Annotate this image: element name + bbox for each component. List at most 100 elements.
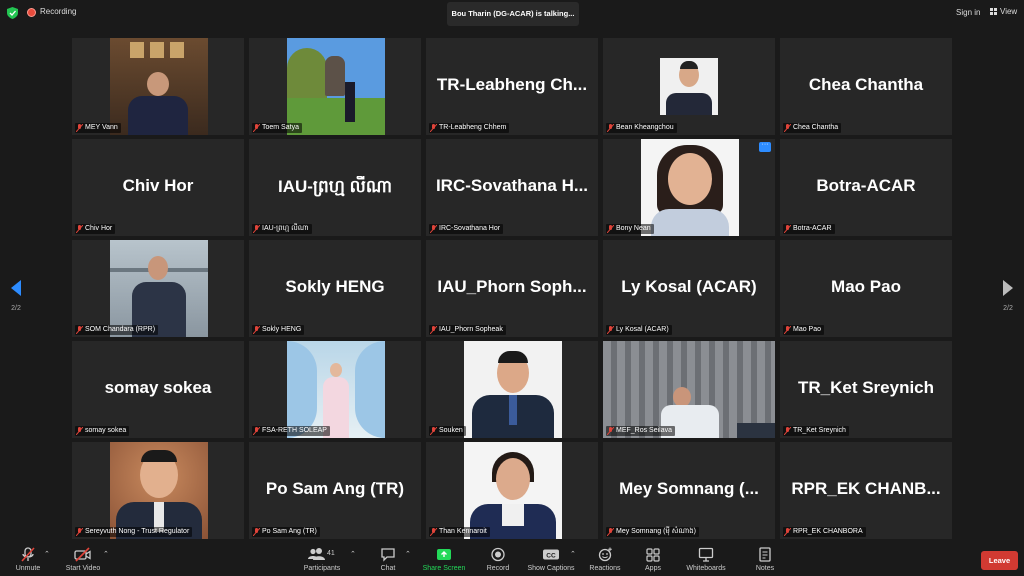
chat-icon bbox=[381, 548, 395, 562]
audio-options-caret[interactable]: ⌃ bbox=[44, 550, 50, 558]
participant-tile[interactable]: Souken bbox=[426, 341, 598, 438]
participant-tile[interactable]: Sokly HENG Sokly HENG bbox=[249, 240, 421, 337]
participant-name-label: FSA-RETH SOLEAP bbox=[252, 426, 330, 436]
participant-tile[interactable]: SOM Chandara (RPR) bbox=[72, 240, 244, 337]
apps-label: Apps bbox=[645, 565, 661, 572]
participant-name-label: Toem Satya bbox=[252, 123, 302, 133]
start-video-label: Start Video bbox=[65, 565, 101, 572]
participant-tile[interactable]: Botra-ACAR Botra-ACAR bbox=[780, 139, 952, 236]
whiteboard-icon bbox=[698, 547, 714, 562]
mic-muted-icon bbox=[253, 427, 260, 435]
notes-button[interactable]: Notes bbox=[738, 547, 792, 572]
whiteboards-button[interactable]: Whiteboards bbox=[679, 547, 733, 572]
participant-name-label: IAU_Phorn Sopheak bbox=[429, 325, 506, 335]
mic-muted-icon bbox=[430, 225, 437, 233]
participant-tile[interactable]: TR_Ket Sreynich TR_Ket Sreynich bbox=[780, 341, 952, 438]
start-video-button[interactable]: Start Video bbox=[56, 547, 110, 572]
participant-name-label: Botra-ACAR bbox=[783, 224, 835, 234]
participant-tile[interactable]: IRC-Sovathana H... IRC-Sovathana Hor bbox=[426, 139, 598, 236]
participant-tile[interactable]: Po Sam Ang (TR) Po Sam Ang (TR) bbox=[249, 442, 421, 539]
participant-tile[interactable]: Chea Chantha Chea Chantha bbox=[780, 38, 952, 135]
mic-muted-icon bbox=[784, 427, 791, 435]
participant-name-label: MEF_Ros Seilava bbox=[606, 426, 676, 436]
mic-muted-icon bbox=[253, 326, 260, 334]
participant-name-label: Bony Nean bbox=[606, 224, 654, 234]
mic-muted-icon bbox=[607, 225, 614, 233]
share-screen-button[interactable]: Share Screen bbox=[417, 547, 471, 572]
record-button[interactable]: Record bbox=[471, 547, 525, 572]
chat-label: Chat bbox=[380, 565, 396, 572]
participants-button[interactable]: 41 Participants bbox=[295, 547, 349, 572]
participant-name-label: Than Kennaroit bbox=[429, 527, 490, 537]
participant-display-name: IRC-Sovathana H... bbox=[435, 176, 589, 195]
view-label: View bbox=[1000, 7, 1018, 16]
participant-tile[interactable]: MEF_Ros Seilava bbox=[603, 341, 775, 438]
show-captions-label: Show Captions bbox=[527, 565, 575, 572]
view-button[interactable]: View bbox=[990, 7, 1017, 16]
participant-name-label: SOM Chandara (RPR) bbox=[75, 325, 159, 335]
participant-tile[interactable]: somay sokea somay sokea bbox=[72, 341, 244, 438]
participant-video bbox=[287, 341, 385, 438]
sign-in-link[interactable]: Sign in bbox=[956, 8, 980, 17]
participant-tile[interactable]: Bean Kheangchou bbox=[603, 38, 775, 135]
record-icon bbox=[491, 547, 505, 562]
notes-icon bbox=[759, 547, 771, 562]
participant-tile[interactable]: RPR_EK CHANB... RPR_EK CHANBORA bbox=[780, 442, 952, 539]
mic-muted-icon bbox=[76, 427, 83, 435]
meeting-toolbar: Unmute ⌃ Start Video ⌃ 41 Participants ⌃… bbox=[0, 543, 1024, 576]
notes-label: Notes bbox=[755, 565, 775, 572]
participant-video bbox=[110, 442, 208, 539]
apps-button[interactable]: Apps bbox=[626, 547, 680, 572]
mic-muted-icon bbox=[607, 326, 614, 334]
participants-options-caret[interactable]: ⌃ bbox=[350, 550, 356, 558]
participant-tile[interactable]: Mey Somnang (... Mey Somnang (ម៉ី សំណាង) bbox=[603, 442, 775, 539]
shield-icon[interactable] bbox=[7, 7, 18, 19]
unmute-label: Unmute bbox=[15, 565, 41, 572]
mic-muted-icon bbox=[430, 326, 437, 334]
mic-muted-icon bbox=[253, 124, 260, 132]
participant-name-label: Mey Somnang (ម៉ី សំណាង) bbox=[606, 527, 700, 537]
reactions-icon bbox=[598, 547, 612, 562]
video-options-caret[interactable]: ⌃ bbox=[103, 550, 109, 558]
participant-tile[interactable]: FSA-RETH SOLEAP bbox=[249, 341, 421, 438]
mic-muted-icon bbox=[76, 124, 83, 132]
recording-label: Recording bbox=[40, 7, 77, 16]
participant-tile[interactable]: Mao Pao Mao Pao bbox=[780, 240, 952, 337]
participant-tile[interactable]: Than Kennaroit bbox=[426, 442, 598, 539]
participant-tile[interactable]: Chiv Hor Chiv Hor bbox=[72, 139, 244, 236]
participant-tile[interactable]: IAU_Phorn Soph... IAU_Phorn Sopheak bbox=[426, 240, 598, 337]
participant-tile[interactable]: TR-Leabheng Ch... TR-Leabheng Chhem bbox=[426, 38, 598, 135]
participant-tile[interactable]: Ly Kosal (ACAR) Ly Kosal (ACAR) bbox=[603, 240, 775, 337]
mic-muted-icon bbox=[253, 225, 260, 233]
participant-name-label: Souken bbox=[429, 426, 466, 436]
previous-page-button[interactable]: 2/2 bbox=[6, 280, 26, 312]
participant-display-name: IAU-ព្រហ្ម លីណា bbox=[277, 177, 393, 196]
participant-name-label: somay sokea bbox=[75, 426, 130, 436]
next-page-button[interactable]: 2/2 bbox=[998, 280, 1018, 312]
recording-icon bbox=[27, 8, 36, 17]
participant-display-name: Mey Somnang (... bbox=[619, 479, 759, 498]
participants-count: 41 bbox=[327, 550, 335, 557]
share-screen-icon bbox=[437, 549, 451, 560]
reactions-button[interactable]: Reactions bbox=[578, 547, 632, 572]
participant-tile[interactable]: ··· Bony Nean bbox=[603, 139, 775, 236]
participant-tile[interactable]: Sereyvuth Nong - Trust Regulator bbox=[72, 442, 244, 539]
chat-options-caret[interactable]: ⌃ bbox=[405, 550, 411, 558]
participant-tile[interactable]: MEY Vann bbox=[72, 38, 244, 135]
participant-name-label: TR_Ket Sreynich bbox=[783, 426, 849, 436]
mic-muted-icon bbox=[607, 427, 614, 435]
participant-video bbox=[641, 139, 739, 236]
participant-display-name: somay sokea bbox=[104, 378, 212, 397]
participant-tile[interactable]: Toem Satya bbox=[249, 38, 421, 135]
participant-display-name: Chiv Hor bbox=[122, 176, 194, 195]
captions-options-caret[interactable]: ⌃ bbox=[570, 550, 576, 558]
participant-tile[interactable]: IAU-ព្រហ្ម លីណា IAU-ព្រហ្ម លីណា bbox=[249, 139, 421, 236]
mic-muted-icon bbox=[76, 225, 83, 233]
more-options-button[interactable]: ··· bbox=[759, 141, 771, 152]
participant-video bbox=[110, 240, 208, 337]
participant-video bbox=[603, 341, 775, 438]
participant-name-label: MEY Vann bbox=[75, 123, 121, 133]
page-indicator-left: 2/2 bbox=[11, 305, 21, 312]
leave-button[interactable]: Leave bbox=[981, 551, 1018, 570]
participant-name-label: IAU-ព្រហ្ម លីណា bbox=[252, 224, 312, 234]
